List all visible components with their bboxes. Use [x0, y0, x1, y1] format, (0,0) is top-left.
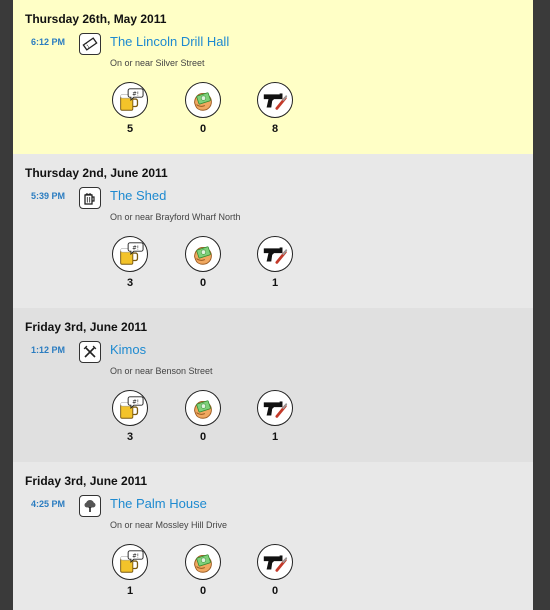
crime-stat: 8: [255, 82, 295, 135]
checkin-card: Thursday 2nd, June 2011 5:39 PM The Shed…: [13, 154, 533, 309]
checkin-date: Thursday 2nd, June 2011: [25, 166, 168, 180]
beer-speech-icon: [112, 544, 148, 580]
checkin-card: Friday 3rd, June 2011 4:25 PM The Palm H…: [13, 462, 533, 610]
venue-location: On or near Brayford Wharf North: [110, 212, 241, 222]
ticket-icon: [79, 33, 101, 55]
money-hand-icon: [185, 544, 221, 580]
drinks-stat: 1: [110, 544, 150, 597]
money-count: 0: [199, 123, 207, 135]
crime-stat: 1: [255, 236, 295, 289]
money-stat: 0: [183, 544, 223, 597]
money-count: 0: [199, 585, 207, 597]
checkin-list: Thursday 26th, May 2011 6:12 PM The Linc…: [13, 0, 533, 610]
checkin-time: 5:39 PM: [31, 191, 66, 201]
crime-stat: 0: [255, 544, 295, 597]
tree-icon: [79, 495, 101, 517]
gun-knife-icon: [257, 236, 293, 272]
venue-link[interactable]: The Lincoln Drill Hall: [110, 34, 229, 49]
venue-link[interactable]: Kimos: [110, 342, 146, 357]
crime-count: 8: [271, 123, 279, 135]
venue-link[interactable]: The Shed: [110, 188, 166, 203]
checkin-date: Friday 3rd, June 2011: [25, 320, 148, 334]
beer-mug-icon: [79, 187, 101, 209]
checkin-time: 6:12 PM: [31, 37, 66, 47]
money-stat: 0: [183, 82, 223, 135]
crime-count: 0: [271, 585, 279, 597]
checkin-time: 1:12 PM: [31, 345, 66, 355]
drinks-count: 3: [126, 431, 134, 443]
gun-knife-icon: [257, 82, 293, 118]
checkin-card: Friday 3rd, June 2011 1:12 PM Kimos On o…: [13, 308, 533, 463]
money-hand-icon: [185, 390, 221, 426]
drinks-count: 1: [126, 585, 134, 597]
fork-knife-icon: [79, 341, 101, 363]
money-stat: 0: [183, 236, 223, 289]
checkin-date: Friday 3rd, June 2011: [25, 474, 148, 488]
crime-count: 1: [271, 277, 279, 289]
beer-speech-icon: [112, 82, 148, 118]
crime-stat: 1: [255, 390, 295, 443]
beer-speech-icon: [112, 390, 148, 426]
money-hand-icon: [185, 82, 221, 118]
beer-speech-icon: [112, 236, 148, 272]
gun-knife-icon: [257, 544, 293, 580]
drinks-stat: 3: [110, 236, 150, 289]
money-count: 0: [199, 277, 207, 289]
drinks-count: 5: [126, 123, 134, 135]
drinks-count: 3: [126, 277, 134, 289]
crime-count: 1: [271, 431, 279, 443]
venue-link[interactable]: The Palm House: [110, 496, 207, 511]
venue-location: On or near Silver Street: [110, 58, 205, 68]
venue-location: On or near Mossley Hill Drive: [110, 520, 228, 530]
money-stat: 0: [183, 390, 223, 443]
checkin-card: Thursday 26th, May 2011 6:12 PM The Linc…: [13, 0, 533, 155]
drinks-stat: 5: [110, 82, 150, 135]
money-count: 0: [199, 431, 207, 443]
venue-location: On or near Benson Street: [110, 366, 213, 376]
checkin-time: 4:25 PM: [31, 499, 66, 509]
gun-knife-icon: [257, 390, 293, 426]
drinks-stat: 3: [110, 390, 150, 443]
money-hand-icon: [185, 236, 221, 272]
checkin-date: Thursday 26th, May 2011: [25, 12, 167, 26]
